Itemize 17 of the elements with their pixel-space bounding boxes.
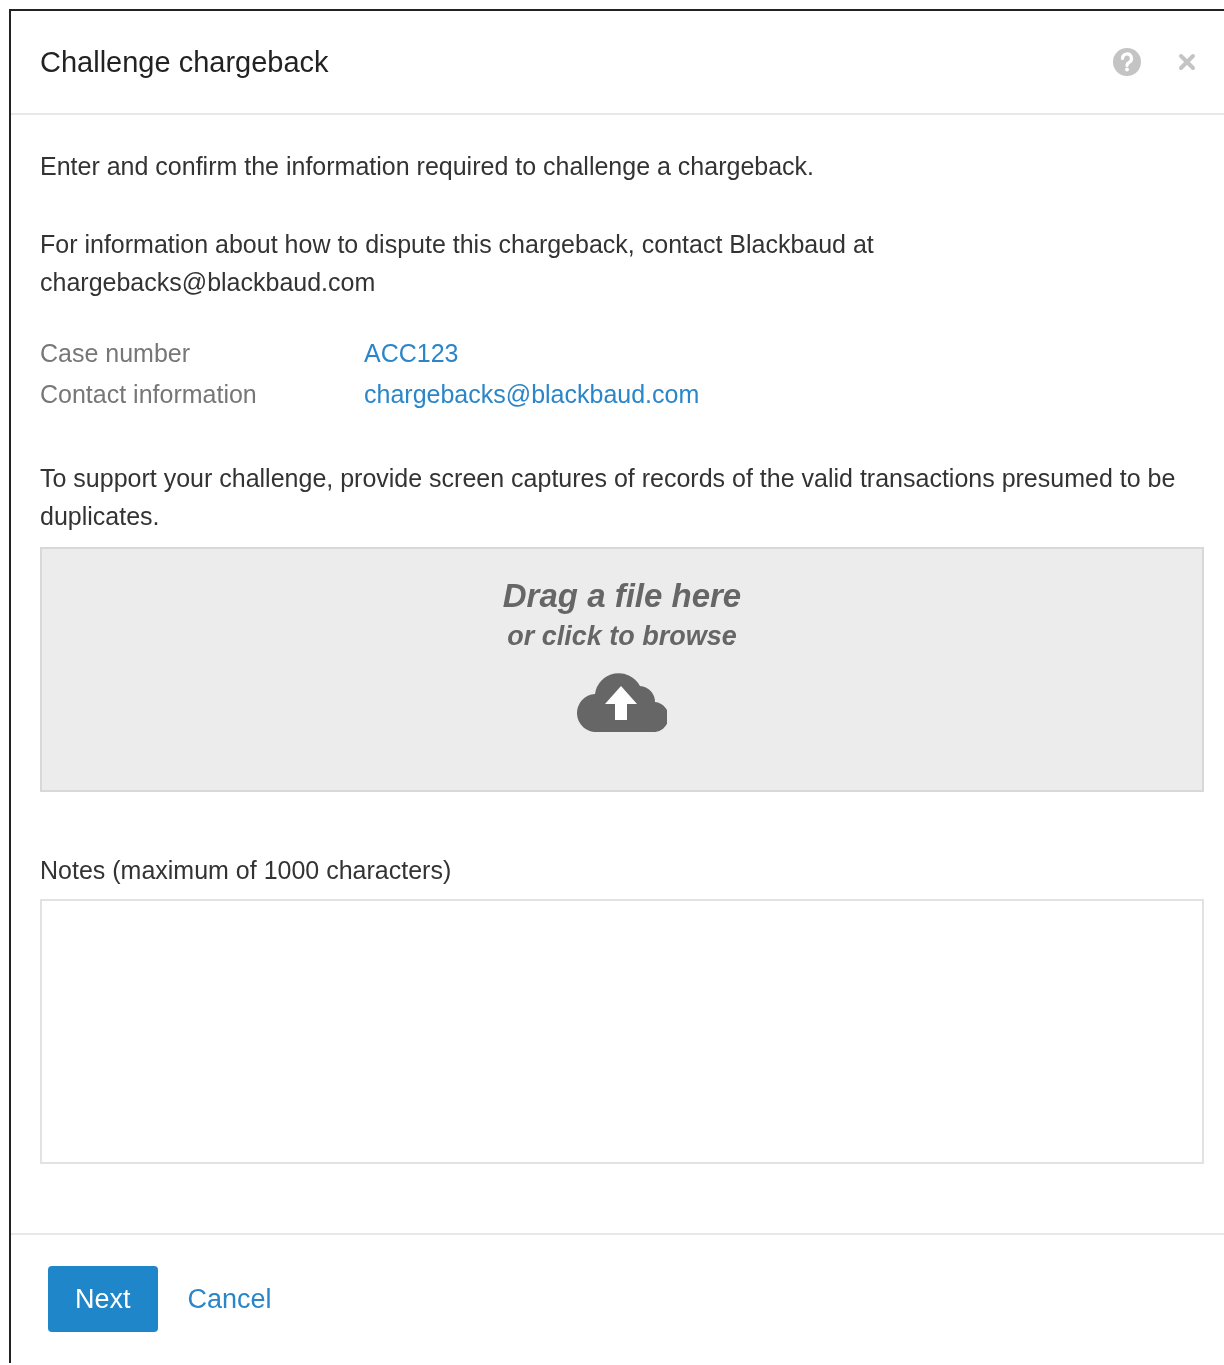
support-text: To support your challenge, provide screen captures of records of the valid transactions presumed to be duplicates.: [40, 463, 1177, 532]
detail-link[interactable]: chargebacks@blackbaud.com: [364, 380, 700, 409]
detail-link[interactable]: ACC123: [364, 339, 459, 368]
notes-field[interactable]: [40, 899, 1204, 1164]
dialog-title: Challenge chargeback: [40, 45, 330, 79]
info-text: For information about how to dispute this chargeback, contact Blackbaud at chargebacks@blackbaud.com: [40, 229, 875, 298]
close-icon[interactable]: [1178, 53, 1196, 71]
detail-label: Contact information: [40, 380, 258, 409]
cancel-link[interactable]: Cancel: [187, 1283, 272, 1315]
help-icon[interactable]: [1112, 47, 1142, 77]
next-button[interactable]: Next: [48, 1266, 158, 1332]
intro-text: Enter and confirm the information required to challenge a chargeback.: [40, 151, 816, 182]
file-dropzone[interactable]: Drag a file here or click to browse: [40, 547, 1204, 792]
dropzone-title: Drag a file here: [502, 577, 742, 615]
detail-label: Case number: [40, 339, 192, 368]
notes-label: Notes (maximum of 1000 characters): [40, 856, 453, 885]
dropzone-subtitle: or click to browse: [507, 621, 737, 652]
